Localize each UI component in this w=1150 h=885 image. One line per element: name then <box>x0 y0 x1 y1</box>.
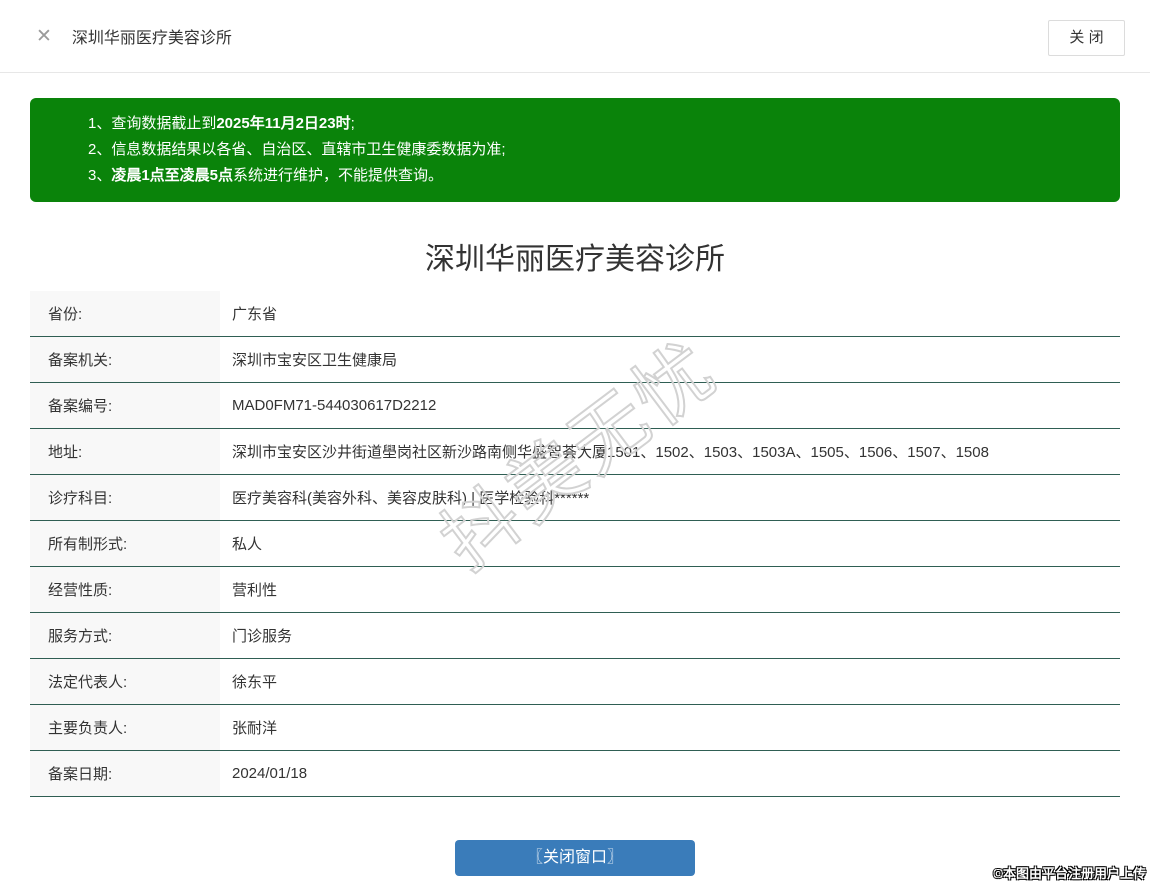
notice-line: 3、凌晨1点至凌晨5点系统进行维护，不能提供查询。 <box>88 167 444 184</box>
table-row: 省份: 广东省 <box>30 291 1120 337</box>
close-x-icon[interactable]: ✕ <box>36 27 52 46</box>
row-value: 广东省 <box>232 306 278 323</box>
table-row: 所有制形式: 私人 <box>30 521 1120 567</box>
row-label: 主要负责人: <box>30 705 220 750</box>
row-value: 2024/01/18 <box>232 765 308 782</box>
notice-banner: 1、查询数据截止到2025年11月2日23时; 2、信息数据结果以各省、自治区、直… <box>30 98 1120 202</box>
row-label: 备案日期: <box>30 751 220 796</box>
header-bar: ✕ 深圳华丽医疗美容诊所 关 闭 <box>0 0 1150 73</box>
row-label: 经营性质: <box>30 567 220 612</box>
table-row: 备案日期: 2024/01/18 <box>30 751 1120 797</box>
row-value: 门诊服务 <box>232 628 293 645</box>
detail-table: 省份: 广东省 备案机关: 深圳市宝安区卫生健康局 备案编号: MAD0FM71-5440… <box>30 291 1120 797</box>
table-row: 备案编号: MAD0FM71-544030617D2212 <box>30 383 1120 429</box>
notice-line: 2、信息数据结果以各省、自治区、直辖市卫生健康委数据为准; <box>88 141 506 158</box>
table-row: 服务方式: 门诊服务 <box>30 613 1120 659</box>
row-label: 法定代表人: <box>30 659 220 704</box>
table-row: 法定代表人: 徐东平 <box>30 659 1120 705</box>
header-title: 深圳华丽医疗美容诊所 <box>71 30 232 47</box>
row-value: 医疗美容科(美容外科、美容皮肤科) | 医学检验科****** <box>232 490 590 507</box>
row-label: 服务方式: <box>30 613 220 658</box>
table-row: 地址: 深圳市宝安区沙井街道壆岗社区新沙路南侧华盛智荟大厦1501、1502、15… <box>30 429 1120 475</box>
row-label: 诊疗科目: <box>30 475 220 520</box>
notice-line: 1、查询数据截止到2025年11月2日23时; <box>88 115 355 132</box>
row-label: 省份: <box>30 291 220 336</box>
header-close-button[interactable]: 关 闭 <box>1048 20 1125 56</box>
row-label: 地址: <box>30 429 220 474</box>
table-row: 主要负责人: 张耐洋 <box>30 705 1120 751</box>
row-label: 备案机关: <box>30 337 220 382</box>
row-label: 所有制形式: <box>30 521 220 566</box>
row-value: 深圳市宝安区卫生健康局 <box>232 352 398 369</box>
row-value: 私人 <box>232 536 263 553</box>
row-value: 深圳市宝安区沙井街道壆岗社区新沙路南侧华盛智荟大厦1501、1502、1503、… <box>232 444 989 461</box>
table-row: 经营性质: 营利性 <box>30 567 1120 613</box>
page-title: 深圳华丽医疗美容诊所 <box>425 243 725 276</box>
table-row: 诊疗科目: 医疗美容科(美容外科、美容皮肤科) | 医学检验科****** <box>30 475 1120 521</box>
row-value: 营利性 <box>232 582 278 599</box>
row-label: 备案编号: <box>30 383 220 428</box>
row-value: 张耐洋 <box>232 720 278 737</box>
clinic-record-page: ✕ 深圳华丽医疗美容诊所 关 闭 1、查询数据截止到2025年11月2日23时;… <box>0 0 1150 885</box>
row-value: 徐东平 <box>232 674 278 691</box>
close-window-button[interactable]: 〖关闭窗口〗 <box>455 840 695 876</box>
row-value: MAD0FM71-544030617D2212 <box>232 397 437 414</box>
copyright-stamp: ©本图由平台注册用户上传 <box>993 866 1146 881</box>
table-row: 备案机关: 深圳市宝安区卫生健康局 <box>30 337 1120 383</box>
